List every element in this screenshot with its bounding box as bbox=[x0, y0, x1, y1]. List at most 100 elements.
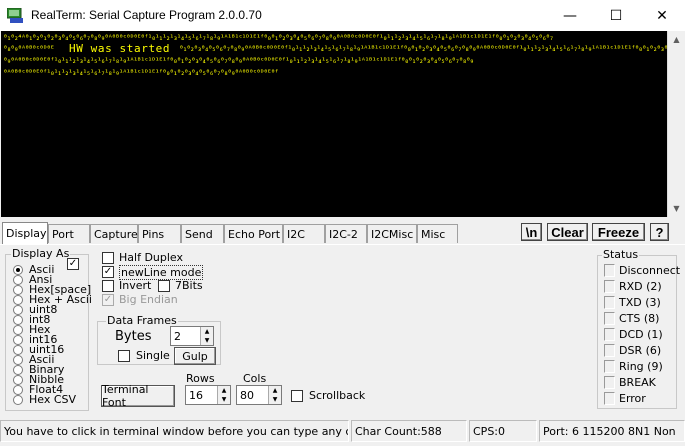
stepper-up-icon[interactable]: ▲ bbox=[200, 327, 213, 336]
status-label: Status bbox=[602, 248, 640, 261]
radio-ascii-2[interactable] bbox=[13, 355, 23, 365]
title-bar: RealTerm: Serial Capture Program 2.0.0.7… bbox=[0, 0, 685, 31]
rxd-indicator bbox=[604, 280, 615, 293]
status-item-label: CTS (8) bbox=[619, 312, 660, 325]
dsr-indicator bbox=[604, 344, 615, 357]
radio-hex-csv[interactable] bbox=[13, 395, 23, 405]
7bits-checkbox[interactable] bbox=[158, 280, 170, 292]
bytes-value: 2 bbox=[174, 330, 181, 343]
scroll-down-icon[interactable]: ▼ bbox=[668, 200, 685, 217]
rows-value: 16 bbox=[189, 389, 203, 402]
stepper-down-icon[interactable]: ▼ bbox=[200, 336, 213, 345]
stepper-down-icon[interactable]: ▼ bbox=[268, 395, 281, 404]
minimize-button[interactable]: — bbox=[547, 0, 593, 31]
scroll-up-icon[interactable]: ▲ bbox=[668, 31, 685, 48]
scrollback-checkbox[interactable] bbox=[291, 390, 303, 402]
bytes-stepper[interactable]: 2 ▲ ▼ bbox=[170, 326, 214, 346]
stepper-up-icon[interactable]: ▲ bbox=[217, 386, 230, 395]
status-item-label: Error bbox=[619, 392, 646, 405]
scrollback-label: Scrollback bbox=[309, 389, 366, 402]
radio-hex[interactable] bbox=[13, 325, 23, 335]
terminal-line: ⁰₉⁰ᴬ⁰ᴮ⁰ᶜ⁰ᴰ⁰ᴱ⁰ᶠ¹₀¹₁¹₂¹₃¹₄¹₅¹₆¹₇¹₈¹₉¹ᴬ¹ᴮ¹ᶜ… bbox=[3, 56, 474, 65]
cols-stepper[interactable]: 80 ▲ ▼ bbox=[236, 385, 282, 405]
radio-hex-space[interactable] bbox=[13, 285, 23, 295]
bytes-label: Bytes bbox=[115, 329, 152, 344]
char-count: Char Count:588 bbox=[351, 420, 467, 442]
status-bar: You have to click in terminal window bef… bbox=[0, 418, 685, 446]
radio-int16[interactable] bbox=[13, 335, 23, 345]
option-label: Hex CSV bbox=[29, 393, 77, 406]
ring-indicator bbox=[604, 360, 615, 373]
invert-checkbox[interactable] bbox=[102, 280, 114, 292]
radio-uint8[interactable] bbox=[13, 305, 23, 315]
status-item-label: TXD (3) bbox=[619, 296, 661, 309]
disconnect-indicator[interactable] bbox=[604, 264, 615, 277]
status-item-label: RXD (2) bbox=[619, 280, 662, 293]
tab-pins[interactable]: Pins bbox=[138, 224, 181, 243]
error-indicator bbox=[604, 392, 615, 405]
cols-value: 80 bbox=[240, 389, 254, 402]
single-checkbox[interactable] bbox=[118, 350, 130, 362]
tab-i2c[interactable]: I2C bbox=[283, 224, 325, 243]
rows-stepper[interactable]: 16 ▲ ▼ bbox=[185, 385, 231, 405]
big-endian-label: Big Endian bbox=[119, 293, 178, 306]
display-as-checkbox[interactable]: ✓ bbox=[67, 258, 79, 270]
status-item-label: DSR (6) bbox=[619, 344, 662, 357]
freeze-button[interactable]: Freeze bbox=[592, 223, 645, 241]
terminal-font-button[interactable]: Terminal Font bbox=[101, 383, 175, 409]
newline-mode-label: newLine mode bbox=[119, 265, 204, 280]
tab-i2c-2[interactable]: I2C-2 bbox=[325, 224, 367, 243]
tab-display[interactable]: Display bbox=[2, 222, 48, 244]
realterm-app-icon bbox=[7, 8, 23, 23]
status-message: You have to click in terminal window bef… bbox=[0, 420, 349, 442]
newline-mode-checkbox[interactable]: ✓ bbox=[102, 266, 114, 278]
tab-capture[interactable]: Capture bbox=[90, 224, 138, 243]
txd-indicator bbox=[604, 296, 615, 309]
radio-binary[interactable] bbox=[13, 365, 23, 375]
close-button[interactable]: ✕ bbox=[639, 0, 685, 31]
radio-hex-ascii[interactable] bbox=[13, 295, 23, 305]
cts-indicator bbox=[604, 312, 615, 325]
stepper-down-icon[interactable]: ▼ bbox=[217, 395, 230, 404]
radio-nibble[interactable] bbox=[13, 375, 23, 385]
terminal-scrollbar[interactable]: ▲ ▼ bbox=[667, 31, 685, 217]
radio-ascii[interactable] bbox=[13, 265, 23, 275]
window-title: RealTerm: Serial Capture Program 2.0.0.7… bbox=[31, 8, 262, 22]
clear-button[interactable]: Clear bbox=[547, 223, 588, 241]
tab-send[interactable]: Send bbox=[181, 224, 224, 243]
status-item-label: DCD (1) bbox=[619, 328, 663, 341]
maximize-button[interactable]: ☐ bbox=[593, 0, 639, 31]
invert-label: Invert bbox=[119, 279, 152, 292]
gulp-button[interactable]: Gulp bbox=[174, 347, 216, 365]
port-readout: Port: 6 115200 8N1 Non bbox=[539, 420, 685, 442]
terminal-line: HW was started bbox=[69, 42, 171, 55]
stepper-up-icon[interactable]: ▲ bbox=[268, 386, 281, 395]
single-label: Single bbox=[136, 349, 170, 362]
7bits-label: 7Bits bbox=[175, 279, 203, 292]
break-indicator[interactable] bbox=[604, 376, 615, 389]
half-duplex-checkbox[interactable] bbox=[102, 252, 114, 264]
cps-readout: CPS:0 bbox=[469, 420, 537, 442]
status-item-label: Ring (9) bbox=[619, 360, 663, 373]
terminal-line: ⁰₈⁰₉⁰ᴬ⁰ᴮ⁰ᶜ⁰ᴰ⁰ᴱ bbox=[3, 44, 55, 53]
radio-float4[interactable] bbox=[13, 385, 23, 395]
radio-uint16[interactable] bbox=[13, 345, 23, 355]
status-item-label: BREAK bbox=[619, 376, 656, 389]
radio-int8[interactable] bbox=[13, 315, 23, 325]
display-as-label: Display As bbox=[11, 247, 71, 260]
dcd-indicator bbox=[604, 328, 615, 341]
tab-port[interactable]: Port bbox=[48, 224, 90, 243]
tab-echo-port[interactable]: Echo Port bbox=[224, 224, 283, 243]
terminal-window[interactable]: ⁰₁⁰₂⁴ᴬ⁰₁⁰₂⁰₁⁰₂⁰₃⁰₄⁰₅⁰₆⁰₇⁰₈⁰₉⁰ᴬ⁰ᴮ⁰ᶜ⁰ᴰ⁰ᴱ⁰ᶠ… bbox=[1, 31, 667, 217]
newline-button[interactable]: \n bbox=[521, 223, 542, 241]
tab-i2cmisc[interactable]: I2CMisc bbox=[367, 224, 417, 243]
help-button[interactable]: ? bbox=[650, 223, 669, 241]
display-tab-panel: Display As ✓ Ascii Ansi Hex[space] Hex +… bbox=[0, 244, 685, 417]
radio-ansi[interactable] bbox=[13, 275, 23, 285]
terminal-line: ⁰ᴬ⁰ᴮ⁰ᶜ⁰ᴰ⁰ᴱ⁰ᶠ¹₀¹₁¹₂¹₃¹₄¹₅¹₆¹₇¹₈¹₉¹ᴬ¹ᴮ¹ᶜ¹ᴰ… bbox=[3, 68, 279, 77]
status-item-label: Disconnect bbox=[619, 264, 681, 277]
half-duplex-label: Half Duplex bbox=[119, 251, 184, 264]
cols-label: Cols bbox=[243, 372, 267, 385]
rows-label: Rows bbox=[186, 372, 215, 385]
tab-misc[interactable]: Misc bbox=[417, 224, 458, 243]
